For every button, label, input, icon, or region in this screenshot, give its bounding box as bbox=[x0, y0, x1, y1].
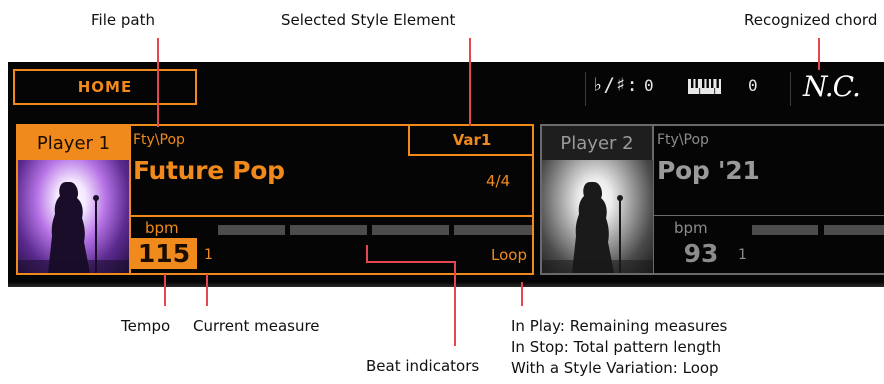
beat-indicator bbox=[752, 225, 818, 235]
bpm-label: bpm bbox=[145, 219, 179, 237]
transpose-value: 0 bbox=[644, 76, 654, 95]
beat-indicator bbox=[372, 225, 449, 235]
remaining-measures: Loop bbox=[491, 246, 527, 264]
bpm-label: bpm bbox=[674, 219, 708, 237]
singer-silhouette-icon bbox=[18, 182, 129, 273]
callout-remaining-line3: With a Style Variation: Loop bbox=[511, 359, 719, 377]
topbar-divider-chord bbox=[790, 72, 791, 106]
recognized-chord: N.C. bbox=[803, 70, 861, 103]
keyboard-value: 0 bbox=[748, 76, 758, 95]
callout-remaining-line1: In Play: Remaining measures bbox=[511, 317, 728, 335]
file-path: Fty\Pop bbox=[657, 132, 709, 148]
time-signature: 4/4 bbox=[486, 172, 511, 190]
player-1-panel[interactable]: Player 1 Fty\Pop Future Pop Var1 4/4 bpm… bbox=[16, 124, 534, 275]
player-2-tab[interactable]: Player 2 bbox=[542, 126, 653, 160]
style-name[interactable]: Future Pop bbox=[133, 156, 285, 185]
leader-chord bbox=[818, 38, 820, 70]
home-button[interactable]: HOME bbox=[13, 69, 197, 105]
leader-tempo bbox=[164, 274, 166, 306]
player-1-tab[interactable]: Player 1 bbox=[18, 126, 129, 160]
panel-divider-horizontal bbox=[129, 215, 534, 217]
piano-keys-icon bbox=[688, 79, 721, 94]
callout-beat-indicators: Beat indicators bbox=[366, 357, 480, 375]
topbar-divider bbox=[585, 72, 586, 106]
callout-current-measure: Current measure bbox=[193, 317, 320, 335]
style-artwork bbox=[18, 160, 129, 273]
beat-indicator bbox=[290, 225, 367, 235]
file-path: Fty\Pop bbox=[133, 132, 185, 148]
callout-remaining-line2: In Stop: Total pattern length bbox=[511, 338, 722, 356]
tempo-value[interactable]: 115 bbox=[131, 238, 197, 269]
leader-beat-indicators-v bbox=[366, 245, 368, 263]
leader-measure bbox=[206, 274, 208, 306]
style-artwork bbox=[542, 160, 653, 273]
callout-file-path: File path bbox=[91, 11, 155, 29]
callout-selected-style-element: Selected Style Element bbox=[281, 11, 456, 29]
selected-style-element[interactable]: Var1 bbox=[408, 126, 534, 156]
leader-style-element bbox=[469, 38, 471, 126]
panel-divider-horizontal bbox=[653, 215, 884, 216]
callout-recognized-chord: Recognized chord bbox=[744, 11, 878, 29]
player-2-panel[interactable]: Player 2 Fty\Pop Pop '21 bpm 93 1 bbox=[540, 124, 884, 275]
beat-indicator bbox=[218, 225, 285, 235]
leader-beat-indicators bbox=[454, 262, 456, 346]
leader-beat-indicators-h bbox=[366, 261, 456, 263]
leader-loop bbox=[521, 282, 523, 306]
beat-indicator bbox=[454, 225, 532, 235]
current-measure: 1 bbox=[204, 247, 213, 263]
leader-file-path bbox=[157, 38, 159, 127]
panel-divider bbox=[653, 126, 654, 273]
style-name[interactable]: Pop '21 bbox=[657, 156, 760, 185]
beat-indicator bbox=[824, 225, 884, 235]
transpose-label: ♭/♯: bbox=[592, 74, 638, 96]
current-measure: 1 bbox=[738, 247, 747, 263]
callout-tempo: Tempo bbox=[121, 317, 171, 335]
singer-silhouette-icon bbox=[542, 182, 653, 273]
tempo-value[interactable]: 93 bbox=[668, 238, 734, 269]
screen-edge bbox=[8, 282, 884, 287]
